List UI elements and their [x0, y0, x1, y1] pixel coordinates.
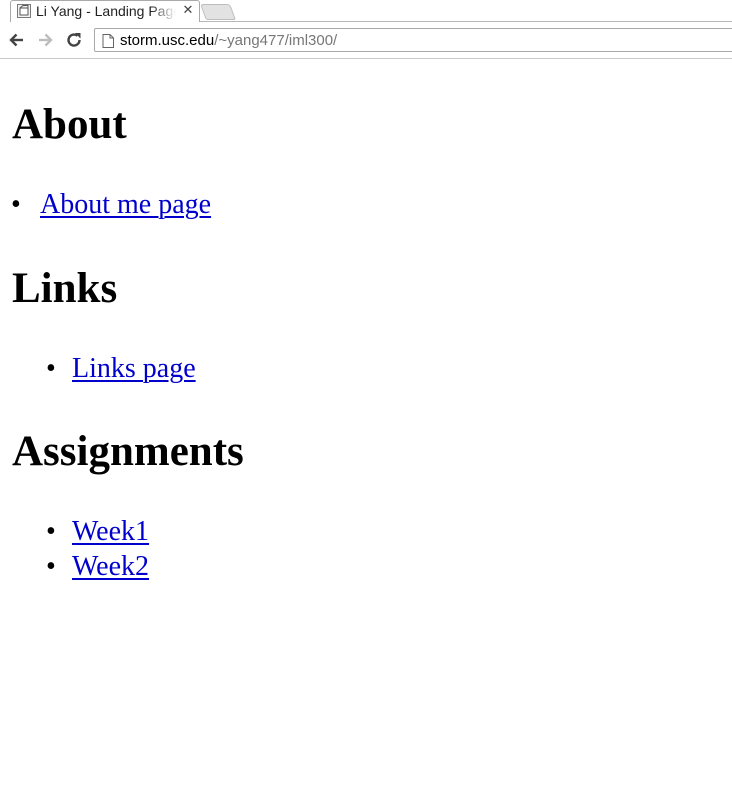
week1-link[interactable]: Week1	[72, 516, 149, 547]
new-tab-button[interactable]	[200, 4, 236, 20]
assignments-list: • Week1 • Week2	[44, 514, 149, 584]
forward-arrow-icon	[39, 33, 53, 47]
page-favicon-icon	[17, 4, 31, 18]
heading-assignments: Assignments	[12, 428, 244, 475]
browser-toolbar: storm.usc.edu/~yang477/iml300/	[0, 22, 732, 59]
reload-icon	[67, 33, 81, 47]
forward-button[interactable]	[35, 30, 55, 50]
about-me-link[interactable]: About me page	[40, 189, 211, 220]
links-page-link[interactable]: Links page	[72, 353, 196, 384]
back-arrow-icon	[9, 33, 23, 47]
about-list: • About me page	[11, 187, 211, 222]
links-list: • Links page	[44, 351, 196, 386]
week2-link[interactable]: Week2	[72, 551, 149, 582]
close-icon[interactable]: ✕	[181, 4, 195, 18]
bullet: •	[46, 551, 56, 582]
tab-title: Li Yang - Landing Page	[36, 3, 176, 19]
address-url: storm.usc.edu/~yang477/iml300/	[120, 32, 337, 49]
bullet: •	[46, 353, 56, 384]
address-bar[interactable]: storm.usc.edu/~yang477/iml300/	[94, 28, 732, 52]
tab-active[interactable]: Li Yang - Landing Page ✕	[10, 0, 200, 22]
reload-button[interactable]	[64, 30, 84, 50]
list-item: • Links page	[44, 351, 196, 386]
page-icon	[102, 34, 114, 48]
bullet: •	[11, 189, 21, 220]
list-item: • Week2	[44, 549, 149, 584]
tab-strip: Li Yang - Landing Page ✕	[0, 0, 732, 22]
back-button[interactable]	[7, 30, 27, 50]
list-item: • Week1	[44, 514, 149, 549]
list-item: • About me page	[11, 187, 211, 222]
heading-links: Links	[12, 265, 118, 312]
bullet: •	[46, 516, 56, 547]
heading-about: About	[12, 101, 127, 148]
url-host: storm.usc.edu	[120, 32, 215, 49]
url-path: /~yang477/iml300/	[214, 32, 338, 49]
